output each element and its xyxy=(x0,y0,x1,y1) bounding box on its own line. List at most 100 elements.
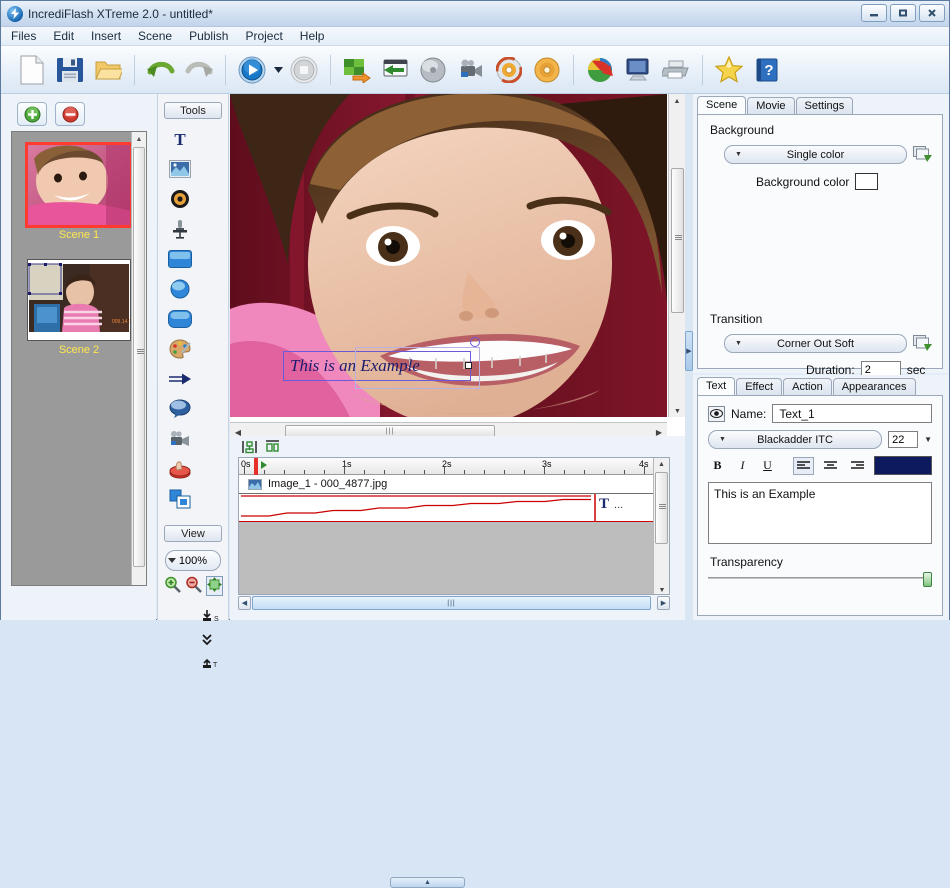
align-right-button[interactable] xyxy=(847,457,868,475)
scene-scroll-thumb[interactable] xyxy=(133,147,145,567)
rectangle-tool-icon[interactable] xyxy=(168,247,192,271)
tab-action[interactable]: Action xyxy=(783,378,832,395)
remove-scene-button[interactable] xyxy=(55,102,85,126)
menu-item-help[interactable]: Help xyxy=(300,29,325,43)
timeline-scroll-up-arrow[interactable]: ▲ xyxy=(654,458,669,471)
rounded-rect-tool-icon[interactable] xyxy=(168,307,192,331)
text-content-input[interactable]: This is an Example xyxy=(708,482,932,544)
burn-cd-icon[interactable] xyxy=(490,51,528,89)
font-family-combo[interactable]: ▼ Blackadder ITC xyxy=(708,430,883,449)
scene-thumbnail-2[interactable]: 009.14.10 Scene 2 xyxy=(27,259,131,356)
scene-canvas[interactable]: This is an Example xyxy=(230,94,667,417)
canvas-vertical-scrollbar[interactable]: ▲ ▼ xyxy=(668,94,685,417)
insert-image-icon[interactable] xyxy=(338,51,376,89)
align-to-top-icon[interactable]: T xyxy=(201,656,220,672)
timeline-track-body[interactable]: T ... xyxy=(239,494,669,522)
text-tool-icon[interactable]: T xyxy=(168,127,192,151)
canvas-scroll-down-arrow[interactable]: ▼ xyxy=(669,408,686,415)
timeline-play-marker-icon[interactable] xyxy=(261,461,267,469)
align-left-button[interactable] xyxy=(793,456,814,475)
canvas-rotate-handle[interactable] xyxy=(470,337,480,347)
ellipse-tool-icon[interactable] xyxy=(168,277,192,301)
canvas-scroll-up-arrow[interactable]: ▲ xyxy=(669,94,685,108)
menu-item-files[interactable]: Files xyxy=(11,29,36,43)
canvas-vscroll-thumb[interactable] xyxy=(671,168,684,313)
italic-button[interactable]: I xyxy=(733,457,752,474)
transition-apply-all-icon[interactable] xyxy=(913,335,932,352)
tab-effect[interactable]: Effect xyxy=(736,378,783,395)
save-icon[interactable] xyxy=(51,51,89,89)
font-size-dropdown-icon[interactable]: ▼ xyxy=(924,435,932,444)
object-name-input[interactable]: Text_1 xyxy=(772,404,932,423)
panel-splitter-handle[interactable]: ▶ xyxy=(685,331,693,371)
add-scene-button[interactable] xyxy=(17,102,47,126)
scene-2-image[interactable]: 009.14.10 xyxy=(27,259,131,341)
keyframe-distribute-icon[interactable] xyxy=(265,440,280,457)
video-tool-icon[interactable] xyxy=(168,427,192,451)
background-mode-combo[interactable]: ▼ Single color xyxy=(724,145,907,164)
tab-movie[interactable]: Movie xyxy=(747,97,795,114)
tab-settings[interactable]: Settings xyxy=(795,97,854,114)
menu-item-scene[interactable]: Scene xyxy=(138,29,172,43)
text-color-swatch[interactable] xyxy=(874,456,932,475)
button-tool-icon[interactable] xyxy=(168,457,192,481)
transition-type-combo[interactable]: ▼ Corner Out Soft xyxy=(724,334,907,353)
menu-item-insert[interactable]: Insert xyxy=(91,29,121,43)
image-tool-icon[interactable] xyxy=(168,157,192,181)
speech-bubble-tool-icon[interactable] xyxy=(168,397,192,421)
tab-scene[interactable]: Scene xyxy=(697,96,747,114)
maximize-button[interactable] xyxy=(890,4,916,22)
zoom-in-icon[interactable] xyxy=(164,576,181,596)
timeline-track-header[interactable]: Image_1 - 000_4877.jpg xyxy=(239,475,669,494)
menu-item-project[interactable]: Project xyxy=(245,29,282,43)
timeline-vscroll-thumb[interactable] xyxy=(655,472,668,544)
undo-icon[interactable] xyxy=(142,51,180,89)
timeline-ruler[interactable]: 0s 1s 2s 3s 4s xyxy=(239,458,669,475)
insert-sphere-icon[interactable] xyxy=(414,51,452,89)
print-icon[interactable] xyxy=(657,51,695,89)
underline-button[interactable]: U xyxy=(758,457,777,474)
align-to-start-icon[interactable]: S xyxy=(201,610,220,626)
sound-tool-icon[interactable] xyxy=(168,187,192,211)
close-button[interactable] xyxy=(919,4,945,22)
insert-camera-icon[interactable] xyxy=(452,51,490,89)
timeline-vertical-scrollbar[interactable]: ▲ ▼ xyxy=(653,458,669,594)
minimize-button[interactable] xyxy=(861,4,887,22)
transparency-slider-knob[interactable] xyxy=(923,572,932,587)
insert-background-icon[interactable] xyxy=(376,51,414,89)
timeline-text-marker[interactable]: T ... xyxy=(599,496,623,513)
timeline-scroll-left-arrow[interactable]: ◀ xyxy=(238,596,251,610)
favorites-star-icon[interactable] xyxy=(710,51,748,89)
font-size-input[interactable]: 22 xyxy=(888,431,919,448)
tab-text[interactable]: Text xyxy=(697,377,736,395)
background-apply-all-icon[interactable] xyxy=(913,146,932,163)
stop-icon[interactable] xyxy=(285,51,323,89)
insert-disc-icon[interactable] xyxy=(528,51,566,89)
group-tool-icon[interactable] xyxy=(168,487,192,511)
background-color-swatch[interactable] xyxy=(855,173,879,190)
palette-tool-icon[interactable] xyxy=(168,337,192,361)
scene-list-scrollbar[interactable]: ▲ xyxy=(131,132,146,585)
eye-icon[interactable] xyxy=(708,405,725,422)
bold-button[interactable]: B xyxy=(708,457,727,474)
tab-appearances[interactable]: Appearances xyxy=(832,378,916,395)
scene-scroll-up-arrow[interactable]: ▲ xyxy=(132,132,146,146)
scene-1-image[interactable] xyxy=(25,142,133,228)
timeline-scroll-down-arrow[interactable]: ▼ xyxy=(654,587,669,594)
keyframe-align-icon[interactable] xyxy=(242,440,257,457)
zoom-out-icon[interactable] xyxy=(185,576,202,596)
preview-monitor-icon[interactable] xyxy=(619,51,657,89)
timeline-scroll-right-arrow[interactable]: ▶ xyxy=(657,596,670,610)
timeline-playhead[interactable] xyxy=(254,458,258,475)
scene-thumbnail-1[interactable]: Scene 1 xyxy=(25,142,133,241)
microphone-tool-icon[interactable] xyxy=(168,217,192,241)
play-dropdown-icon[interactable] xyxy=(271,66,285,73)
timeline-collapse-button[interactable]: ▲ xyxy=(390,877,465,888)
timeline-horizontal-scrollbar[interactable]: ◀ ||| ▶ xyxy=(238,595,670,612)
redo-icon[interactable] xyxy=(180,51,218,89)
publish-flash-icon[interactable] xyxy=(581,51,619,89)
canvas-resize-handle[interactable] xyxy=(465,362,472,369)
zoom-level-combo[interactable]: 100% xyxy=(165,550,221,571)
help-icon[interactable]: ? xyxy=(748,51,786,89)
menu-item-publish[interactable]: Publish xyxy=(189,29,228,43)
